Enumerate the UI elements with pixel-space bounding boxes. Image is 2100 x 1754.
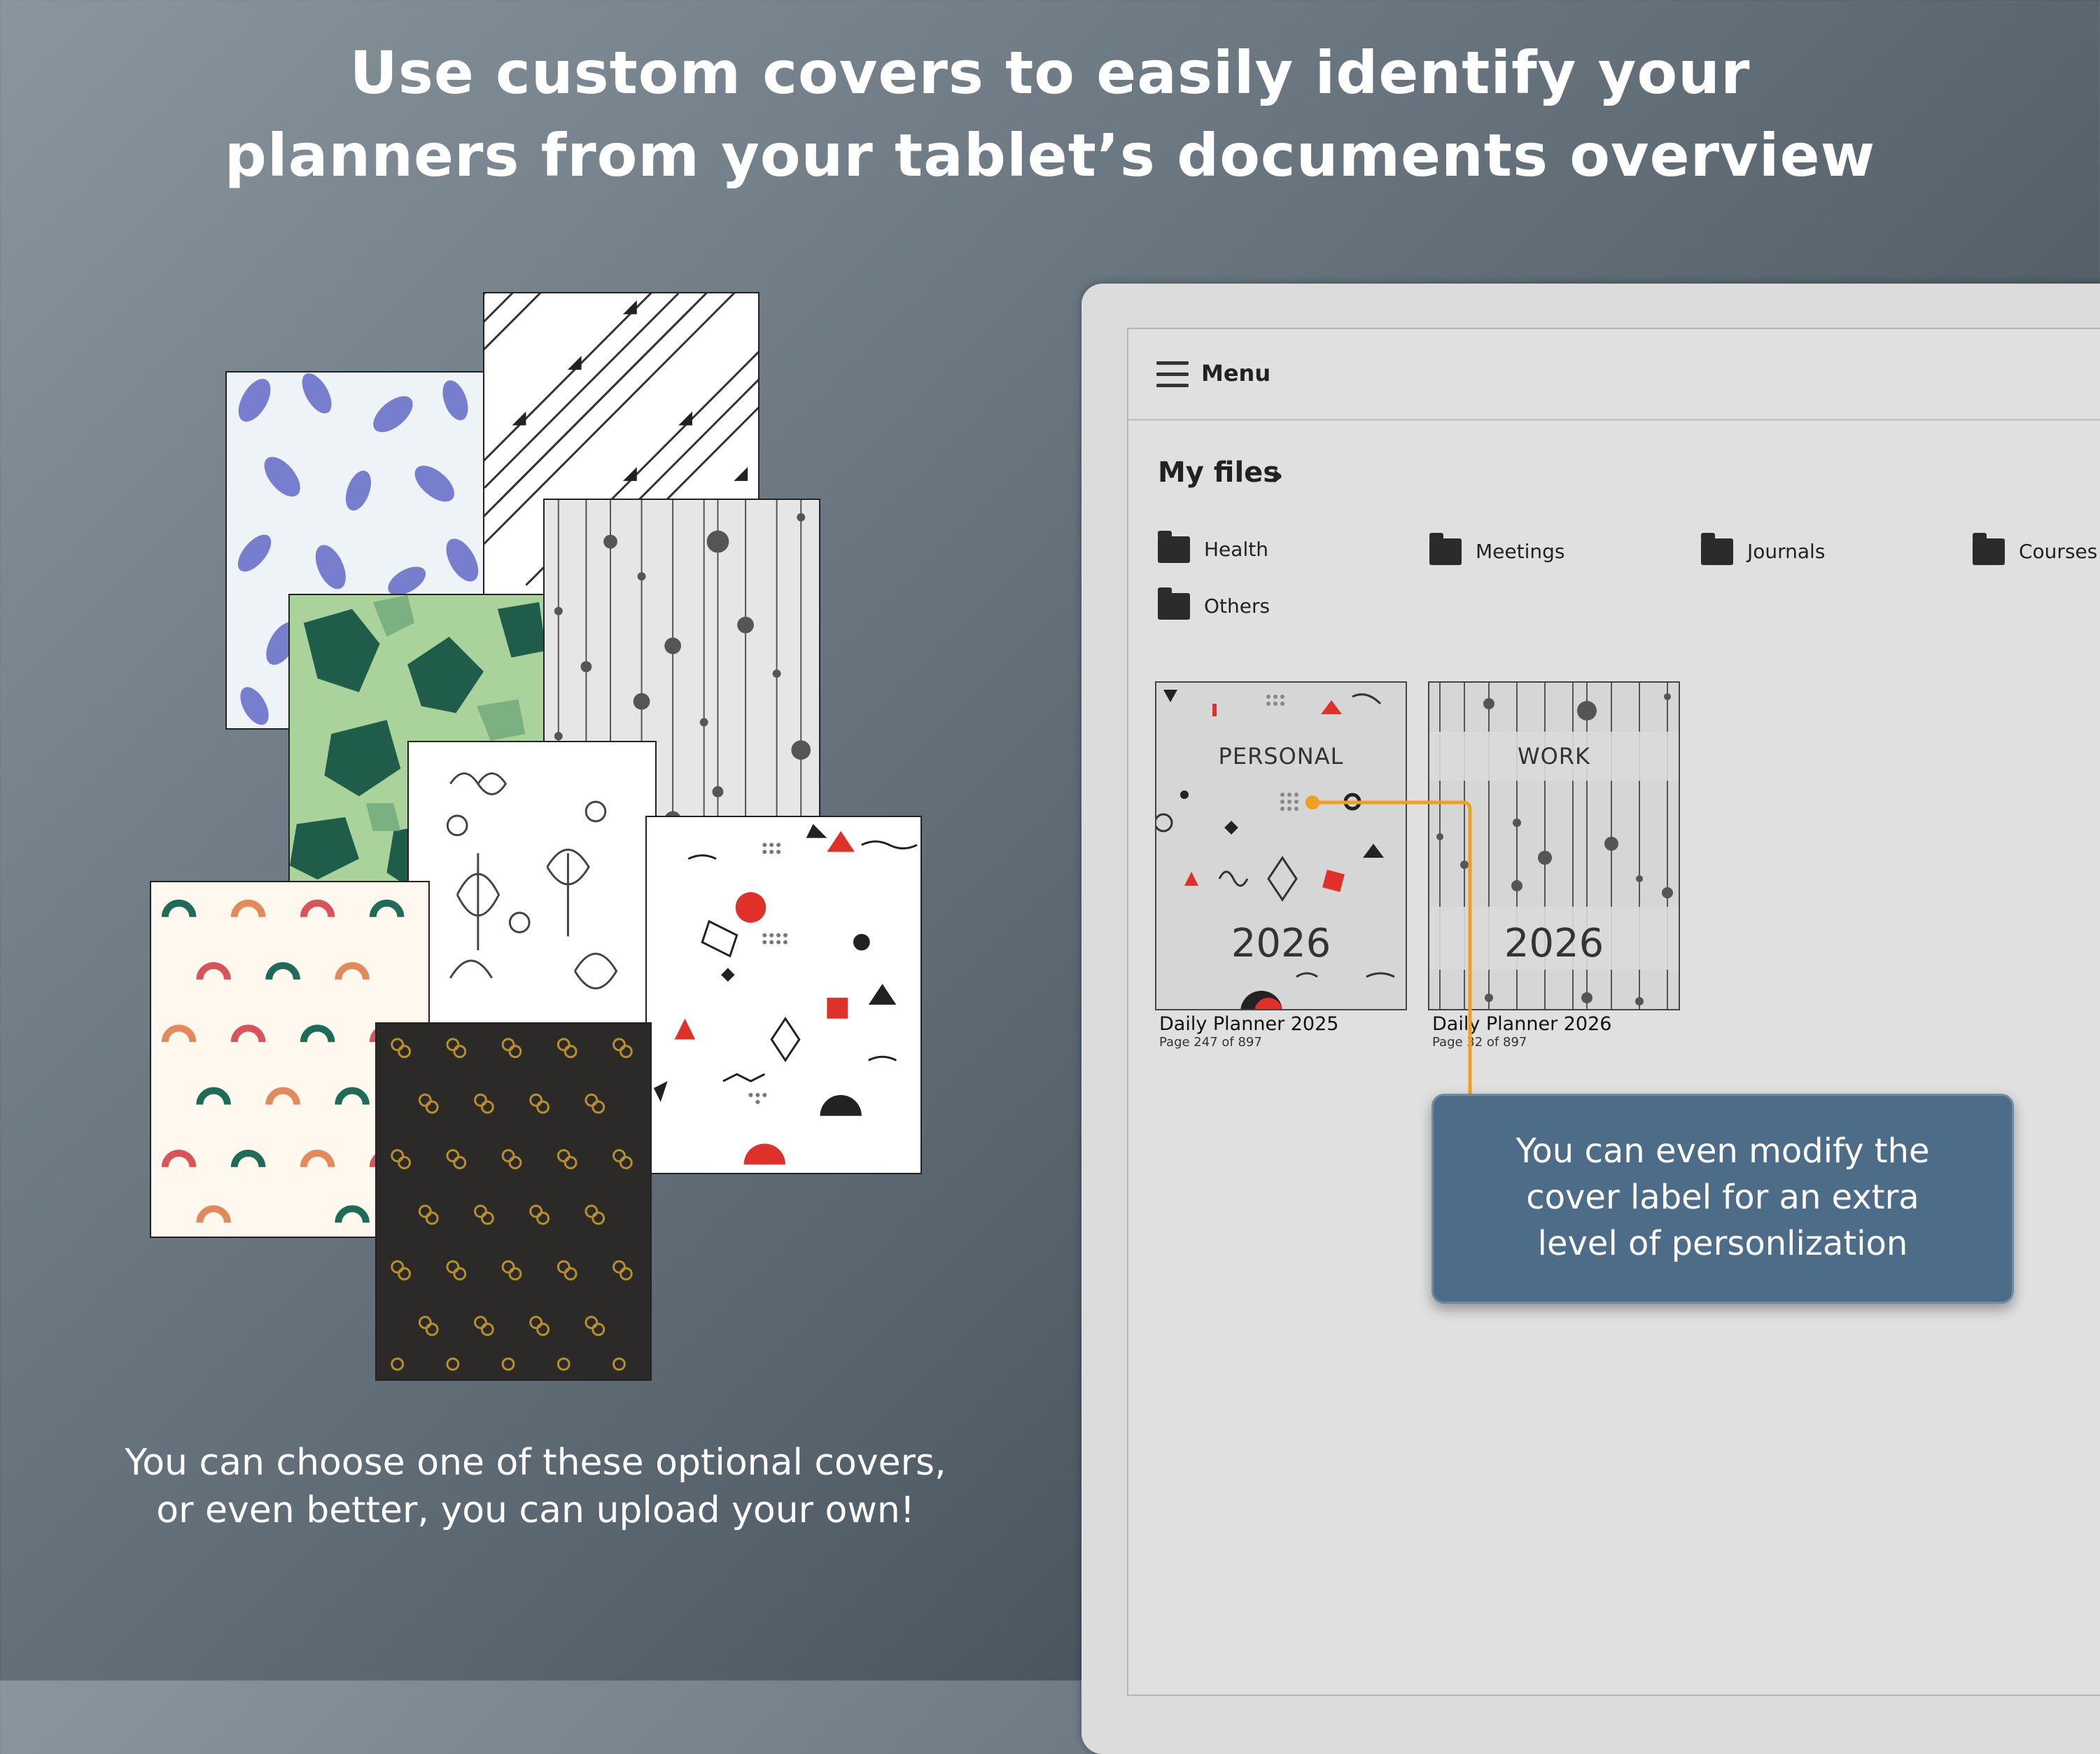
- folder-label: Courses: [2019, 540, 2098, 563]
- headline: Use custom covers to easily identify you…: [0, 32, 2100, 197]
- folder-label: Others: [1204, 594, 1270, 618]
- menu-button[interactable]: Menu: [1201, 360, 1270, 387]
- breadcrumb-my-files[interactable]: My files: [1158, 457, 1280, 489]
- callout-line-2: cover label for an extra: [1526, 1178, 1919, 1217]
- document-daily-planner-2025[interactable]: PERSONAL 2026 Daily Planner 2025 Page 24…: [1155, 681, 1407, 1050]
- document-thumbnail: PERSONAL 2026: [1155, 681, 1407, 1010]
- document-page-count: Page 32 of 897: [1432, 1035, 1527, 1050]
- caption-line-2: or even better, you can upload your own!: [156, 1489, 915, 1531]
- cover-year: 2026: [1231, 921, 1331, 966]
- document-title: Daily Planner 2025: [1159, 1013, 1339, 1035]
- document-title: Daily Planner 2026: [1432, 1013, 1612, 1035]
- chevron-right-icon[interactable]: ›: [1272, 459, 1283, 492]
- cover-line-art-flowers: [407, 741, 657, 1031]
- callout-box: You can even modify the cover label for …: [1432, 1094, 2014, 1304]
- document-daily-planner-2026[interactable]: WORK 2026 Daily Planner 2026 Page 32 of …: [1428, 681, 1680, 1050]
- folder-label: Journals: [1747, 540, 1826, 563]
- covers-caption: You can choose one of these optional cov…: [105, 1439, 966, 1534]
- cover-dark-links: [375, 1022, 652, 1381]
- cover-memphis-shapes: [645, 816, 922, 1174]
- folder-label: Meetings: [1476, 540, 1565, 563]
- headline-line-2: planners from your tablet’s documents ov…: [224, 121, 1876, 190]
- folder-icon: [1158, 587, 1190, 620]
- cover-label: PERSONAL: [1218, 743, 1344, 770]
- folder-icon: [1701, 533, 1733, 565]
- folder-icon: [1973, 533, 2005, 565]
- headline-line-1: Use custom covers to easily identify you…: [349, 39, 1751, 107]
- hamburger-menu-icon[interactable]: [1156, 361, 1189, 388]
- caption-line-1: You can choose one of these optional cov…: [125, 1442, 946, 1484]
- callout-line-1: You can even modify the: [1516, 1132, 1930, 1171]
- tablet-screen: Menu My files › Health Meetings Journals…: [1127, 328, 2100, 1696]
- folder-icon: [1158, 531, 1190, 563]
- document-page-count: Page 247 of 897: [1159, 1035, 1262, 1050]
- folder-label: Health: [1204, 538, 1268, 561]
- cover-label: WORK: [1517, 743, 1591, 770]
- folder-icon: [1429, 533, 1462, 565]
- cover-year: 2026: [1504, 921, 1604, 966]
- menu-bar: Menu: [1128, 329, 2100, 421]
- document-thumbnail: WORK 2026: [1428, 681, 1680, 1010]
- callout-line-3: level of personlization: [1537, 1224, 1908, 1263]
